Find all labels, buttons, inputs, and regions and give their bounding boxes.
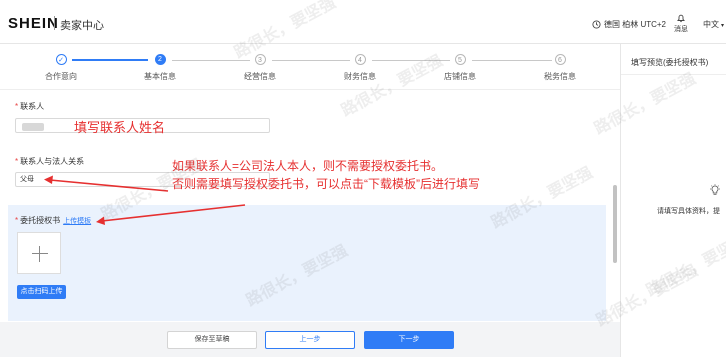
step-basic-info[interactable]: 2 基本信息	[120, 51, 200, 82]
step-cooperation-intent[interactable]: ✓ 合作意向	[21, 51, 101, 82]
step-label: 基本信息	[144, 72, 176, 81]
scan-upload-button[interactable]: 点击扫码上传	[17, 285, 66, 299]
clock-icon	[592, 20, 601, 29]
relation-label: 联系人与法人关系	[20, 157, 85, 166]
prev-step-button[interactable]: 上一步	[265, 331, 355, 349]
contact-hint-annotation: 填写联系人姓名	[74, 120, 166, 135]
steps-bar: ✓ 合作意向 2 基本信息 3 经营信息 4 财务信息 5 店铺信息 6 税务信…	[0, 44, 620, 90]
preview-panel: 填写预览(委托授权书) 请填写具体资料，提	[620, 44, 726, 357]
step-number: 5	[454, 54, 466, 65]
step-number: 6	[554, 54, 566, 65]
messages-button[interactable]: 消息	[672, 13, 690, 34]
chevron-down-icon: ▾	[721, 23, 725, 29]
step-business-info[interactable]: 3 经营信息	[220, 51, 300, 82]
relation-field-label: * 联系人与法人关系	[15, 156, 84, 167]
step-tax-info[interactable]: 6 税务信息	[520, 51, 600, 82]
step-label: 合作意向	[45, 72, 77, 81]
preview-title: 填写预览(委托授权书)	[631, 58, 709, 67]
step-number: 2	[154, 54, 166, 65]
shein-logo[interactable]: SHEIN	[8, 15, 59, 32]
required-mark: *	[15, 102, 19, 111]
scrollbar[interactable]	[613, 185, 617, 263]
timezone-label: 德国 柏林 UTC+2	[604, 20, 667, 29]
upload-template-link[interactable]: 上传模板	[63, 218, 91, 225]
save-draft-button[interactable]: 保存至草稿	[167, 331, 257, 349]
step-number: 3	[254, 54, 266, 65]
seller-center-title: 卖家中心	[60, 20, 104, 32]
step-finance-info[interactable]: 4 财务信息	[320, 51, 400, 82]
preview-hint: 请填写具体资料，提	[657, 208, 720, 215]
logo-divider	[54, 16, 55, 30]
step-label: 财务信息	[344, 72, 376, 81]
bell-icon	[677, 14, 685, 23]
contact-label: 联系人	[20, 102, 45, 111]
check-icon: ✓	[55, 54, 67, 65]
step-store-info[interactable]: 5 店铺信息	[420, 51, 500, 82]
step-label: 店铺信息	[444, 72, 476, 81]
timezone-selector[interactable]: 德国 柏林 UTC+2	[592, 19, 666, 30]
authorization-hint-line1: 如果联系人=公司法人本人，则不需要授权委托书。	[172, 159, 444, 173]
authorization-label: 委托授权书	[20, 216, 61, 225]
lightbulb-icon	[710, 184, 720, 195]
contact-field-label: * 联系人	[15, 101, 44, 112]
top-bar: SHEIN 卖家中心 德国 柏林 UTC+2 消息 中文 ▾	[0, 0, 726, 44]
plus-icon	[32, 253, 48, 254]
preview-divider	[621, 74, 726, 75]
step-number: 4	[354, 54, 366, 65]
required-mark: *	[15, 216, 19, 225]
required-mark: *	[15, 157, 19, 166]
messages-label: 消息	[674, 26, 688, 33]
language-label: 中文	[703, 20, 719, 29]
authorization-field-label: * 委托授权书 上传模板	[15, 215, 91, 226]
authorization-hint-line2: 否则需要填写授权委托书，可以点击“下载模板”后进行填写	[172, 177, 480, 191]
plus-icon-vertical	[39, 246, 40, 262]
step-label: 经营信息	[244, 72, 276, 81]
redacted-contact-name	[22, 123, 44, 131]
next-step-button[interactable]: 下一步	[364, 331, 454, 349]
relation-value: 父母	[20, 176, 34, 183]
language-selector[interactable]: 中文 ▾	[703, 19, 724, 30]
authorization-panel	[8, 205, 606, 321]
step-label: 税务信息	[544, 72, 576, 81]
upload-box[interactable]	[17, 232, 61, 274]
